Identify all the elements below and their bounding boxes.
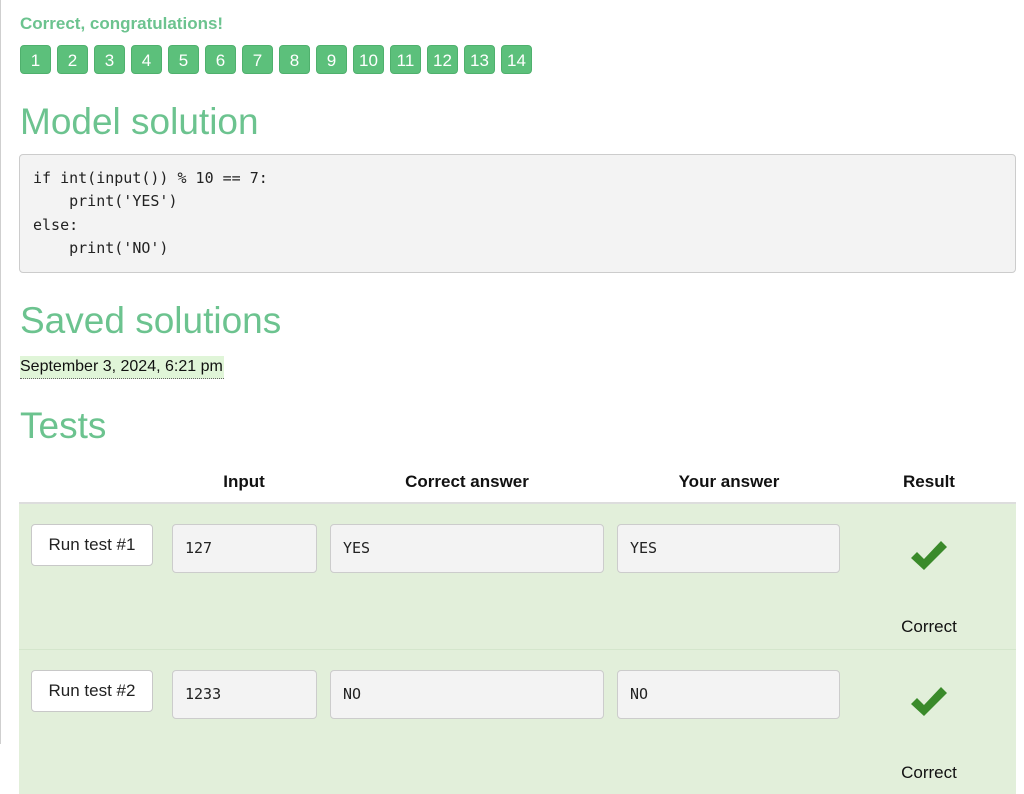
tests-heading: Tests [20,405,107,446]
step-badge-8[interactable]: 8 [279,45,310,74]
step-badge-9[interactable]: 9 [316,45,347,74]
step-badge-7[interactable]: 7 [242,45,273,74]
step-badge-14[interactable]: 14 [501,45,532,74]
tests-table-header: Input Correct answer Your answer Result [19,468,1016,504]
test-1-result-label: Correct [901,617,957,636]
checkmark-icon [911,541,947,570]
left-border [0,0,1,744]
step-badge-10[interactable]: 10 [353,45,384,74]
step-navigation: 1 2 3 4 5 6 7 8 9 10 11 12 13 14 [20,45,532,74]
step-badge-2[interactable]: 2 [57,45,88,74]
success-message: Correct, congratulations! [20,14,224,33]
test-2-correct-answer-field: NO [330,670,604,719]
column-header-your-answer: Your answer [678,472,780,491]
test-row-1: Run test #1 127 YES YES Correct [19,504,1016,650]
test-2-your-answer-field: NO [617,670,840,719]
saved-solutions-heading: Saved solutions [20,300,282,341]
test-2-input-field: 1233 [172,670,317,719]
checkmark-icon [911,687,947,716]
run-test-1-button[interactable]: Run test #1 [31,524,153,566]
test-row-2: Run test #2 1233 NO NO Correct [19,650,1016,794]
step-badge-13[interactable]: 13 [464,45,495,74]
step-badge-6[interactable]: 6 [205,45,236,74]
step-badge-5[interactable]: 5 [168,45,199,74]
column-header-input: Input [223,472,265,491]
page: Correct, congratulations! 1 2 3 4 5 6 7 8 9 10 11 1… [0,0,1024,794]
test-1-your-answer-field: YES [617,524,840,573]
model-solution-code: if int(input()) % 10 == 7: print('YES') … [19,154,1016,273]
step-badge-1[interactable]: 1 [20,45,51,74]
step-badge-3[interactable]: 3 [94,45,125,74]
saved-solution-link[interactable]: September 3, 2024, 6:21 pm [20,356,224,379]
column-header-result: Result [903,472,955,491]
step-badge-4[interactable]: 4 [131,45,162,74]
step-badge-11[interactable]: 11 [390,45,421,74]
step-badge-12[interactable]: 12 [427,45,458,74]
column-header-correct-answer: Correct answer [405,472,529,491]
run-test-2-button[interactable]: Run test #2 [31,670,153,712]
test-2-result-label: Correct [901,763,957,782]
test-1-correct-answer-field: YES [330,524,604,573]
test-1-input-field: 127 [172,524,317,573]
model-solution-heading: Model solution [20,101,259,142]
